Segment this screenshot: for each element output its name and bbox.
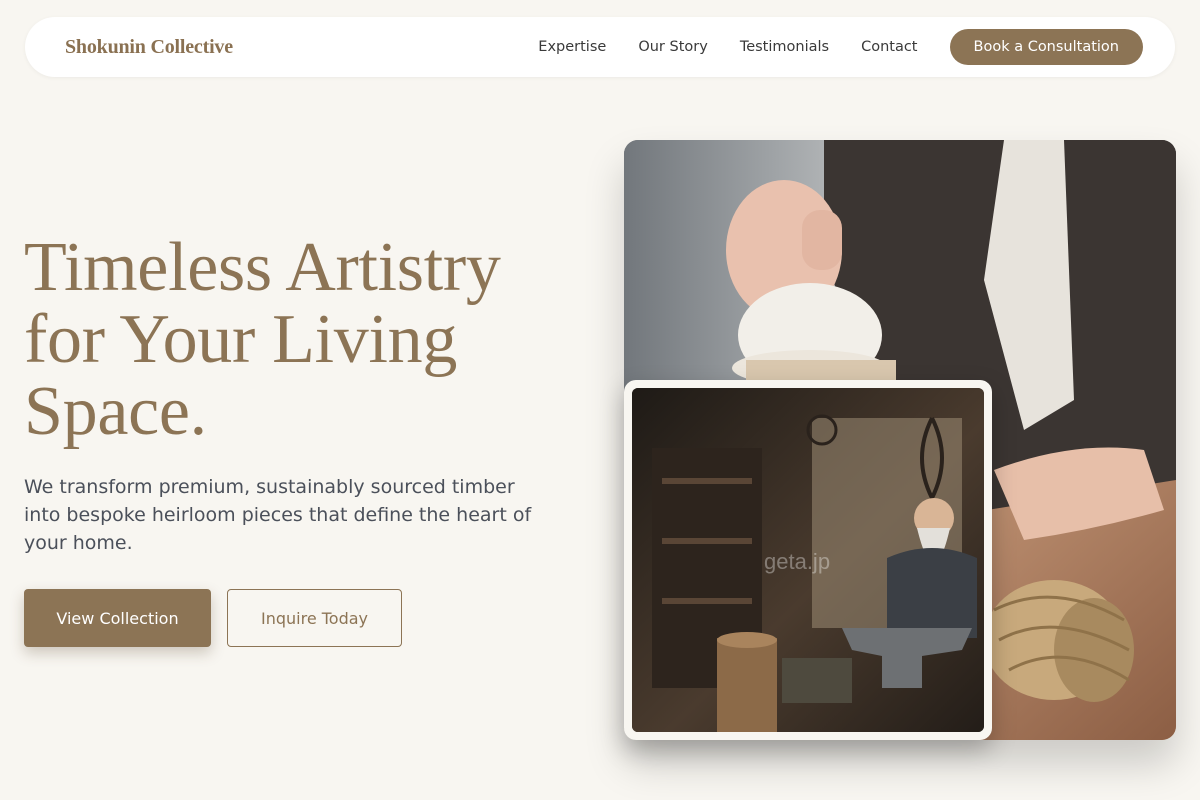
image-watermark: geta.jp bbox=[764, 549, 831, 574]
nav-links: Expertise Our Story Testimonials Contact… bbox=[538, 29, 1143, 65]
nav-link-expertise[interactable]: Expertise bbox=[538, 39, 606, 55]
nav-link-testimonials[interactable]: Testimonials bbox=[740, 39, 829, 55]
hero-title: Timeless Artistry for Your Living Space. bbox=[24, 229, 501, 450]
nav-link-our-story[interactable]: Our Story bbox=[638, 39, 707, 55]
hero-subtitle: We transform premium, sustainably source… bbox=[24, 476, 532, 554]
brand-logo[interactable]: Shokunin Collective bbox=[65, 36, 233, 59]
book-consultation-button[interactable]: Book a Consultation bbox=[949, 29, 1143, 65]
landing-page: Shokunin Collective Expertise Our Story … bbox=[0, 0, 1200, 800]
view-collection-button[interactable]: View Collection bbox=[24, 589, 211, 647]
top-navbar: Shokunin Collective Expertise Our Story … bbox=[25, 17, 1175, 77]
nav-link-contact[interactable]: Contact bbox=[861, 39, 917, 55]
inquire-today-button[interactable]: Inquire Today bbox=[227, 589, 402, 647]
